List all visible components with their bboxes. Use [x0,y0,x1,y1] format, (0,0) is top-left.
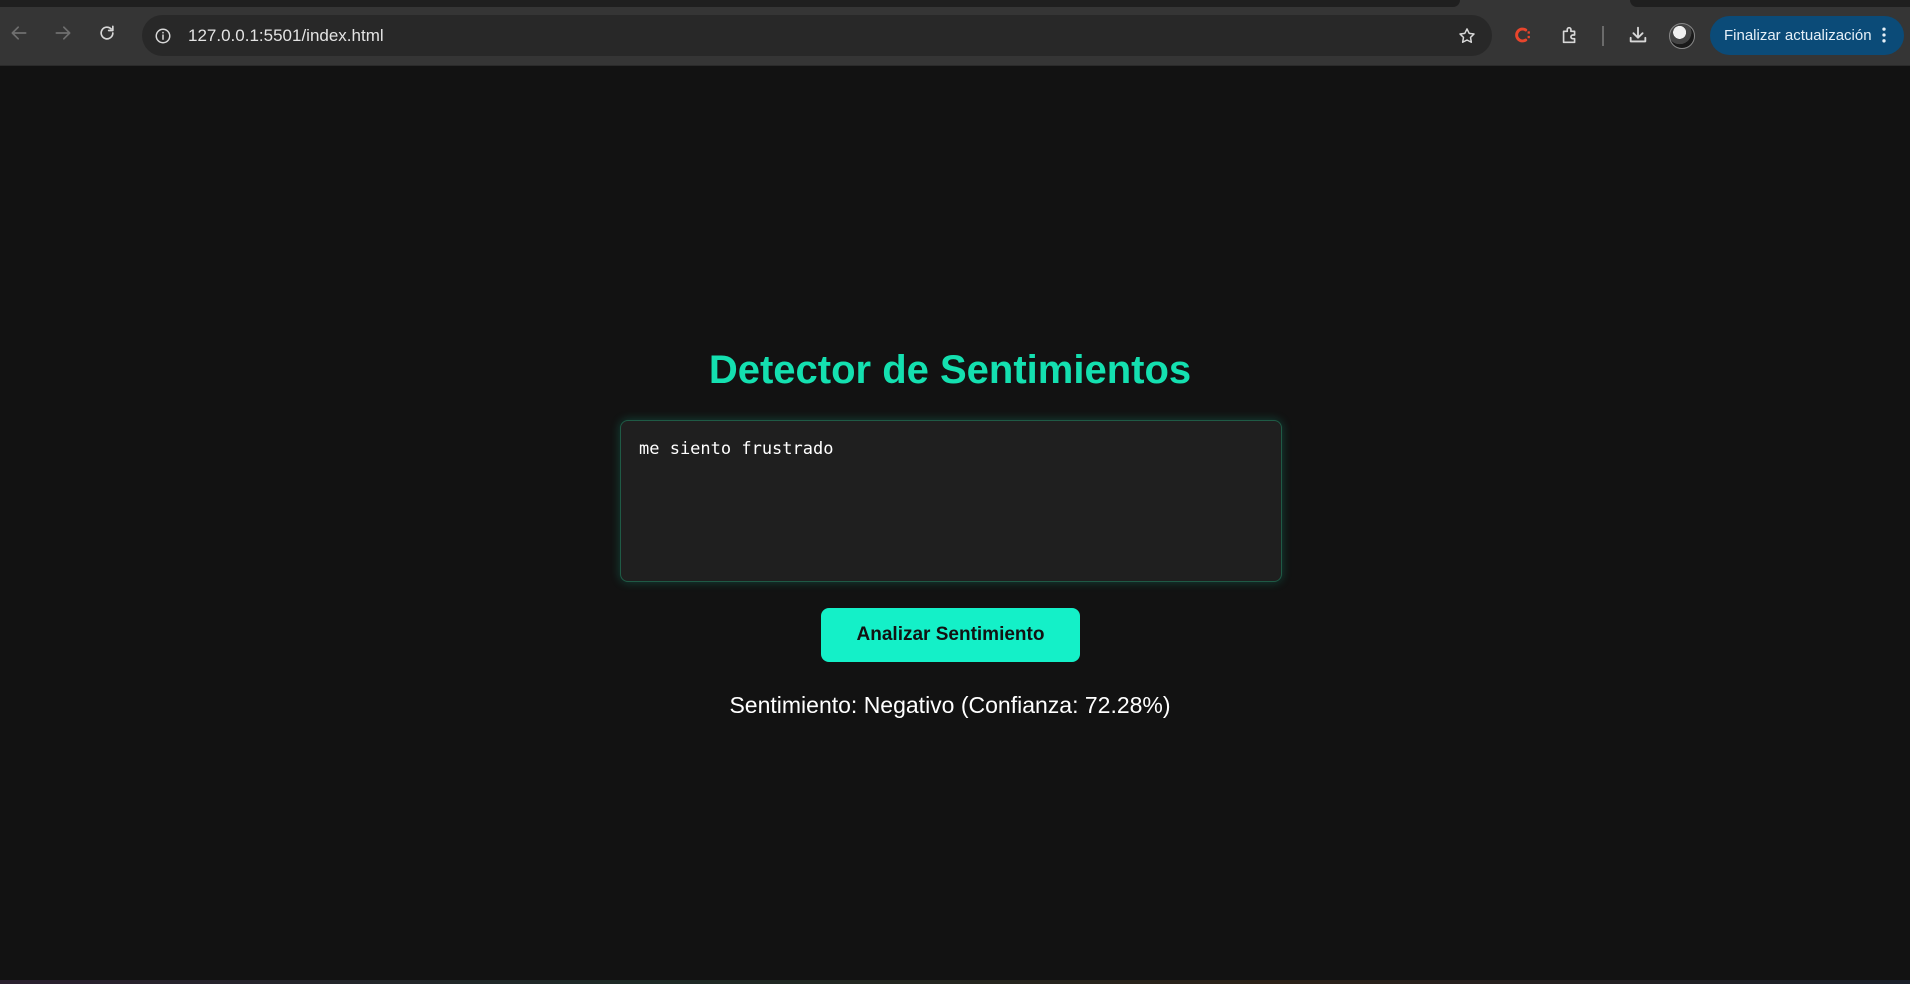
page-title: Detector de Sentimientos [708,348,1192,392]
bookmark-button[interactable] [1454,23,1480,49]
back-button[interactable] [6,20,32,46]
arrow-left-icon [11,26,27,40]
info-icon [155,28,171,44]
analyze-sentiment-button[interactable]: Analizar Sentimiento [821,608,1080,662]
downloads-button[interactable] [1624,21,1652,49]
sentiment-text-input[interactable]: me siento frustrado [620,420,1282,582]
download-icon [1629,26,1647,43]
profile-avatar[interactable] [1669,23,1695,49]
extensions-button[interactable] [1556,21,1584,49]
tab-strip-right [1630,0,1910,7]
reload-button[interactable] [94,20,120,46]
extension-c-icon [1515,27,1530,43]
reload-icon [100,25,114,40]
forward-button[interactable] [50,20,76,46]
puzzle-icon [1562,26,1576,44]
browser-toolbar: Finalizar actualización [0,0,1910,66]
address-bar[interactable] [142,15,1492,56]
page-content: Detector de Sentimientos me siento frust… [0,66,1910,980]
extension-c-button[interactable] [1509,21,1537,49]
taskbar-edge [0,980,1910,984]
arrow-right-icon [55,26,71,40]
tab-strip [0,0,1460,7]
url-input[interactable] [188,15,1388,56]
kebab-menu-icon[interactable] [1874,25,1894,45]
site-info-button[interactable] [150,23,176,49]
finish-update-button[interactable]: Finalizar actualización [1710,16,1904,55]
star-icon [1459,28,1475,43]
finish-update-label: Finalizar actualización [1724,27,1872,44]
sentiment-result: Sentimiento: Negativo (Confianza: 72.28%… [729,692,1171,718]
toolbar-divider [1602,26,1604,46]
